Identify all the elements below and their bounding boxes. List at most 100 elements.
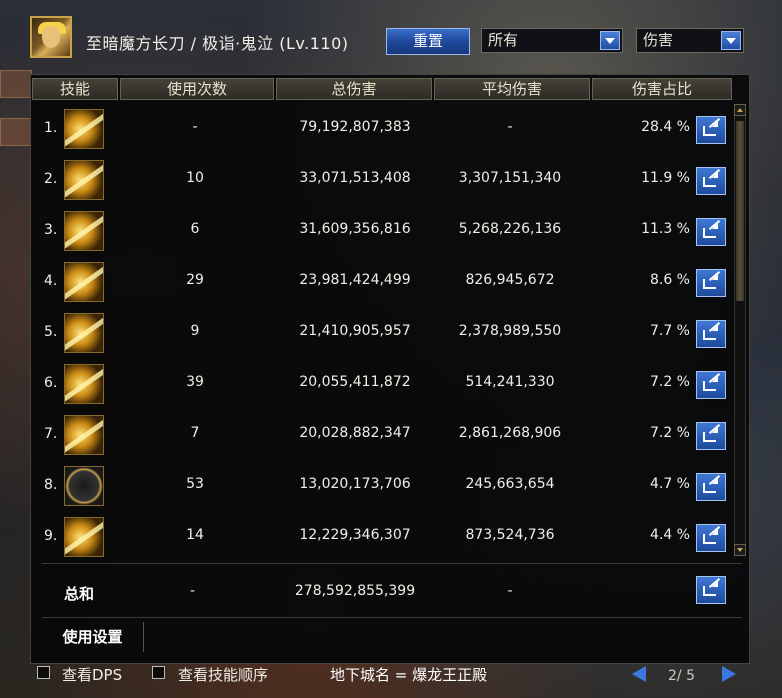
skill-row: 3. 6 31,609,356,816 5,268,226,136 11.3 %: [30, 206, 730, 256]
share-icon[interactable]: [696, 320, 726, 348]
scroll-up-icon[interactable]: [734, 104, 746, 116]
row-rank: 6.: [44, 375, 58, 391]
share-icon[interactable]: [696, 422, 726, 450]
row-damage-pct: 28.4 %: [641, 119, 690, 135]
row-damage-pct: 4.7 %: [649, 476, 690, 492]
row-rank: 2.: [44, 171, 58, 187]
chevron-down-icon[interactable]: [721, 31, 741, 50]
row-rank: 5.: [44, 324, 58, 340]
divider: [42, 563, 742, 564]
scroll-down-icon[interactable]: [734, 544, 746, 556]
row-avg-damage: 245,663,654: [465, 476, 555, 492]
row-rank: 9.: [44, 528, 58, 544]
skill-icon: [64, 466, 104, 506]
dungeon-name: 地下城名 = 爆龙王正殿: [330, 666, 488, 684]
row-damage-pct: 7.2 %: [649, 374, 690, 390]
row-uses: -: [192, 119, 198, 135]
row-damage-pct: 11.9 %: [641, 170, 690, 186]
row-damage-pct: 4.4 %: [649, 527, 690, 543]
tab-usage-settings[interactable]: 使用设置: [42, 622, 144, 652]
row-damage-pct: 7.2 %: [649, 425, 690, 441]
row-uses: 29: [186, 272, 204, 288]
row-rank: 7.: [44, 426, 58, 442]
view-dps-label: 查看DPS: [62, 666, 123, 684]
chevron-down-icon[interactable]: [600, 31, 620, 50]
row-rank: 4.: [44, 273, 58, 289]
column-header-uses: 使用次数: [120, 78, 274, 100]
filter-dropdown-value: 所有: [488, 31, 519, 49]
row-avg-damage: 2,378,989,550: [458, 323, 562, 339]
summary-uses: -: [190, 583, 196, 599]
skill-icon: [64, 364, 104, 404]
skill-icon: [64, 160, 104, 200]
column-header-avg: 平均伤害: [434, 78, 590, 100]
skill-icon: [64, 109, 104, 149]
share-icon[interactable]: [696, 116, 726, 144]
column-header-pct: 伤害占比: [592, 78, 732, 100]
column-header-skill: 技能: [32, 78, 118, 100]
share-icon[interactable]: [696, 269, 726, 297]
row-rank: 8.: [44, 477, 58, 493]
row-total-damage: 33,071,513,408: [299, 170, 411, 186]
summary-avg-damage: -: [507, 583, 513, 599]
share-icon[interactable]: [696, 167, 726, 195]
reset-button[interactable]: 重置: [386, 28, 470, 55]
row-uses: 39: [186, 374, 204, 390]
row-total-damage: 12,229,346,307: [299, 527, 411, 543]
row-avg-damage: -: [507, 119, 513, 135]
row-total-damage: 79,192,807,383: [299, 119, 411, 135]
row-avg-damage: 826,945,672: [465, 272, 555, 288]
row-avg-damage: 3,307,151,340: [458, 170, 562, 186]
skill-row: 2. 10 33,071,513,408 3,307,151,340 11.9 …: [30, 155, 730, 205]
row-uses: 14: [186, 527, 204, 543]
row-uses: 9: [190, 323, 200, 339]
row-uses: 7: [190, 425, 200, 441]
metric-dropdown[interactable]: 伤害: [636, 28, 744, 53]
row-rank: 3.: [44, 222, 58, 238]
row-total-damage: 13,020,173,706: [299, 476, 411, 492]
row-avg-damage: 2,861,268,906: [458, 425, 562, 441]
filter-dropdown[interactable]: 所有: [481, 28, 623, 53]
skill-row: 9. 14 12,229,346,307 873,524,736 4.4 %: [30, 512, 730, 562]
share-icon[interactable]: [696, 524, 726, 552]
summary-total-damage: 278,592,855,399: [294, 583, 416, 599]
row-avg-damage: 5,268,226,136: [458, 221, 562, 237]
share-icon[interactable]: [696, 473, 726, 501]
row-rank: 1.: [44, 120, 58, 136]
skill-icon: [64, 415, 104, 455]
skill-row: 4. 29 23,981,424,499 826,945,672 8.6 %: [30, 257, 730, 307]
row-total-damage: 21,410,905,957: [299, 323, 411, 339]
share-icon[interactable]: [696, 218, 726, 246]
row-total-damage: 23,981,424,499: [299, 272, 411, 288]
page-indicator: 2/ 5: [668, 668, 695, 684]
page-next-icon[interactable]: [722, 666, 736, 682]
column-header-total: 总伤害: [276, 78, 432, 100]
window-header: 至暗魔方长刀 / 极诣·鬼泣 (Lv.110) 重置 所有 伤害: [0, 0, 782, 66]
row-damage-pct: 11.3 %: [641, 221, 690, 237]
view-dps-checkbox[interactable]: [37, 666, 50, 679]
view-order-checkbox[interactable]: [152, 666, 165, 679]
row-uses: 10: [186, 170, 204, 186]
share-icon[interactable]: [696, 371, 726, 399]
scroll-thumb[interactable]: [736, 121, 744, 301]
background-ui-fragment: [0, 118, 32, 146]
scrollbar[interactable]: [734, 104, 746, 556]
page-prev-icon[interactable]: [632, 666, 646, 682]
row-total-damage: 20,028,882,347: [299, 425, 411, 441]
skill-row: 5. 9 21,410,905,957 2,378,989,550 7.7 %: [30, 308, 730, 358]
skill-row: 8. 53 13,020,173,706 245,663,654 4.7 %: [30, 461, 730, 511]
background-ui-fragment: [0, 70, 32, 98]
character-portrait: [30, 16, 72, 58]
skill-icon: [64, 211, 104, 251]
row-uses: 6: [190, 221, 200, 237]
row-uses: 53: [186, 476, 204, 492]
row-damage-pct: 8.6 %: [649, 272, 690, 288]
row-total-damage: 20,055,411,872: [299, 374, 411, 390]
row-total-damage: 31,609,356,816: [299, 221, 411, 237]
divider: [42, 617, 742, 618]
skill-row: 7. 7 20,028,882,347 2,861,268,906 7.2 %: [30, 410, 730, 460]
summary-label: 总和: [64, 585, 95, 603]
share-icon[interactable]: [696, 576, 726, 604]
row-avg-damage: 514,241,330: [465, 374, 555, 390]
character-title: 至暗魔方长刀 / 极诣·鬼泣 (Lv.110): [86, 34, 349, 53]
